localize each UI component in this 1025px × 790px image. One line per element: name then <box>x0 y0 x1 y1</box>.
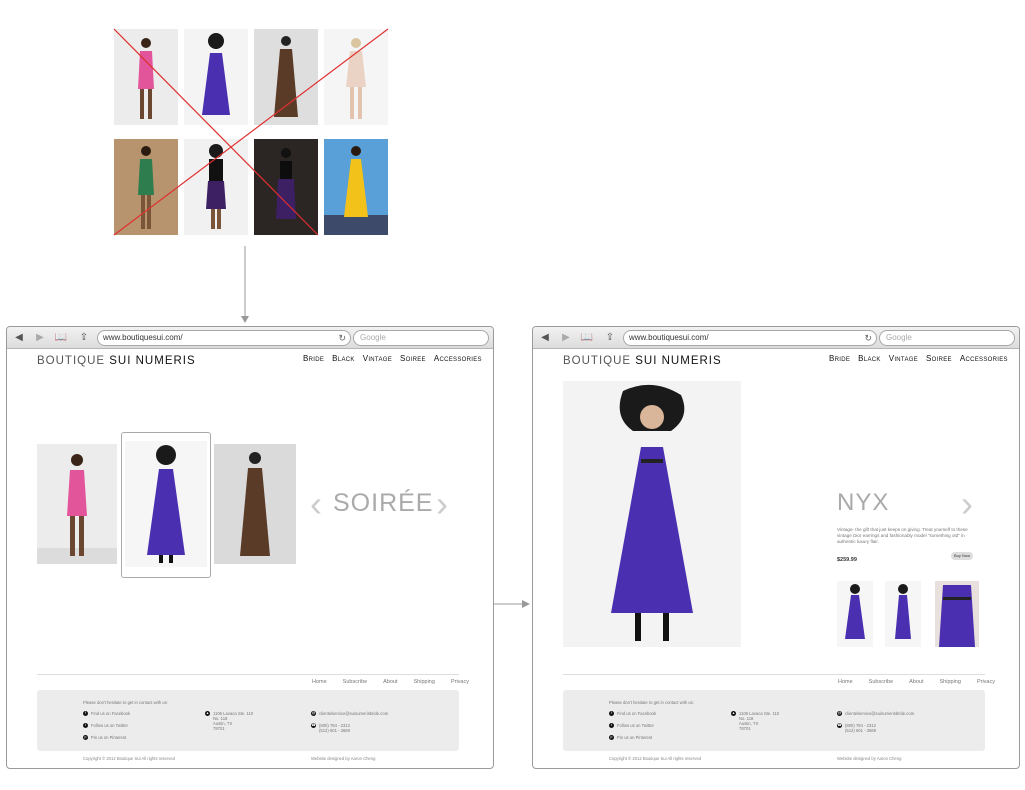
social-pinterest[interactable]: p Pin us on Pinterest <box>83 735 126 741</box>
facebook-icon: f <box>609 711 614 717</box>
nav-accessories[interactable]: Accessories <box>434 354 482 363</box>
nav-soiree[interactable]: Soiree <box>926 354 952 363</box>
footer-links: Home Subscribe About Shipping Privacy <box>838 679 995 685</box>
back-icon[interactable]: ◀ <box>12 331 26 345</box>
product-thumb-front[interactable] <box>837 581 873 647</box>
email-icon: @ <box>311 711 316 717</box>
designer-credit: Website designed by Aaron Cheng <box>311 756 376 761</box>
footer-link-shipping[interactable]: Shipping <box>414 679 435 685</box>
footer-divider <box>37 674 459 675</box>
bookmarks-icon[interactable]: 📖 <box>54 331 68 345</box>
product-thumb-detail[interactable] <box>935 581 979 647</box>
footer-link-about[interactable]: About <box>909 679 923 685</box>
category-next-arrow[interactable]: › <box>436 486 448 522</box>
footer-contact-box: Please don't hesitate to get in contact … <box>563 690 985 751</box>
footer-link-privacy[interactable]: Privacy <box>977 679 995 685</box>
reload-icon[interactable]: ↻ <box>864 331 872 345</box>
facebook-icon: f <box>83 711 88 717</box>
buy-now-button[interactable]: Buy Now <box>951 552 973 560</box>
product-photo-bronze[interactable] <box>214 444 296 564</box>
footer-link-home[interactable]: Home <box>312 679 327 685</box>
product-name: NYX <box>837 489 890 516</box>
footer-address: ▲ 1106 Lavaca Ste. 110 No. 118 Austin, TX 78… <box>205 711 254 732</box>
browser-toolbar: ◀ ▶ 📖 ⇪ www.boutiquesui.com/↻ Google <box>7 327 493 349</box>
product-photo-pink[interactable] <box>37 444 117 564</box>
site-nav: Bride Black Vintage Soiree Accessories <box>303 354 482 363</box>
forward-icon[interactable]: ▶ <box>33 331 47 345</box>
category-prev-arrow[interactable]: ‹ <box>310 486 322 522</box>
social-facebook[interactable]: f Find us on Facebook <box>609 711 656 717</box>
contact-intro: Please don't hesitate to get in contact … <box>83 700 168 705</box>
copyright: Copyright © 2012 Boutique Sui All rights… <box>83 756 176 761</box>
footer-link-subscribe[interactable]: Subscribe <box>343 679 367 685</box>
nav-soiree[interactable]: Soiree <box>400 354 426 363</box>
footer-link-home[interactable]: Home <box>838 679 853 685</box>
footer-email[interactable]: @ clientelservice@suinumerisbride.com <box>311 711 388 717</box>
product-photo-purple[interactable] <box>125 441 207 567</box>
social-twitter[interactable]: t Follow us on Twitter <box>83 723 128 729</box>
pinterest-icon: p <box>609 735 614 741</box>
contact-intro: Please don't hesitate to get in contact … <box>609 700 694 705</box>
social-facebook[interactable]: f Find us on Facebook <box>83 711 130 717</box>
footer-link-about[interactable]: About <box>383 679 397 685</box>
browser-window-product: ◀ ▶ 📖 ⇪ www.boutiquesui.com/↻ Google BOU… <box>532 326 1020 769</box>
browser-toolbar: ◀ ▶ 📖 ⇪ www.boutiquesui.com/↻ Google <box>533 327 1019 349</box>
search-input[interactable]: Google <box>879 330 1015 346</box>
reload-icon[interactable]: ↻ <box>338 331 346 345</box>
twitter-icon: t <box>609 723 614 729</box>
browser-window-category: ◀ ▶ 📖 ⇪ www.boutiquesui.com/↻ Google BOU… <box>6 326 494 769</box>
product-price: $259.99 <box>837 557 857 563</box>
share-icon[interactable]: ⇪ <box>77 331 91 345</box>
forward-icon[interactable]: ▶ <box>559 331 573 345</box>
footer-phone: ☎ (800) 784 - 2312 (512) 601 - 3669 <box>837 723 876 734</box>
footer-divider <box>563 674 985 675</box>
nav-black[interactable]: Black <box>332 354 355 363</box>
email-icon: @ <box>837 711 842 717</box>
location-icon: ▲ <box>731 711 736 717</box>
footer-link-shipping[interactable]: Shipping <box>940 679 961 685</box>
phone-icon: ☎ <box>311 723 316 729</box>
nav-black[interactable]: Black <box>858 354 881 363</box>
footer-link-subscribe[interactable]: Subscribe <box>869 679 893 685</box>
footer-phone: ☎ (800) 784 - 2312 (512) 601 - 3669 <box>311 723 350 734</box>
nav-bride[interactable]: Bride <box>303 354 324 363</box>
footer-email[interactable]: @ clientelservice@suinumerisbride.com <box>837 711 914 717</box>
product-thumb-back[interactable] <box>885 581 921 647</box>
footer-links: Home Subscribe About Shipping Privacy <box>312 679 469 685</box>
footer-address: ▲ 1106 Lavaca Ste. 110 No. 118 Austin, TX 78… <box>731 711 780 732</box>
site-logo[interactable]: BOUTIQUE SUI NUMERIS <box>563 355 722 367</box>
address-bar[interactable]: www.boutiquesui.com/↻ <box>97 330 351 346</box>
selected-product-frame[interactable] <box>121 432 211 578</box>
address-bar[interactable]: www.boutiquesui.com/↻ <box>623 330 877 346</box>
footer-link-privacy[interactable]: Privacy <box>451 679 469 685</box>
social-pinterest[interactable]: p Pin us on Pinterest <box>609 735 652 741</box>
share-icon[interactable]: ⇪ <box>603 331 617 345</box>
nav-vintage[interactable]: Vintage <box>363 354 392 363</box>
footer-contact-box: Please don't hesitate to get in contact … <box>37 690 459 751</box>
copyright: Copyright © 2012 Boutique Sui All rights… <box>609 756 702 761</box>
bookmarks-icon[interactable]: 📖 <box>580 331 594 345</box>
back-icon[interactable]: ◀ <box>538 331 552 345</box>
location-icon: ▲ <box>205 711 210 717</box>
designer-credit: Website designed by Aaron Cheng <box>837 756 902 761</box>
search-input[interactable]: Google <box>353 330 489 346</box>
product-hero-photo <box>563 381 741 647</box>
category-title: SOIRÉE <box>333 489 434 517</box>
nav-accessories[interactable]: Accessories <box>960 354 1008 363</box>
nav-vintage[interactable]: Vintage <box>889 354 918 363</box>
phone-icon: ☎ <box>837 723 842 729</box>
site-logo[interactable]: BOUTIQUE SUI NUMERIS <box>37 355 196 367</box>
product-next-arrow[interactable]: › <box>961 486 973 522</box>
social-twitter[interactable]: t Follow us on Twitter <box>609 723 654 729</box>
nav-bride[interactable]: Bride <box>829 354 850 363</box>
twitter-icon: t <box>83 723 88 729</box>
pinterest-icon: p <box>83 735 88 741</box>
product-description: Vintage- the gift that just keeps on giv… <box>837 527 968 544</box>
site-nav: Bride Black Vintage Soiree Accessories <box>829 354 1008 363</box>
